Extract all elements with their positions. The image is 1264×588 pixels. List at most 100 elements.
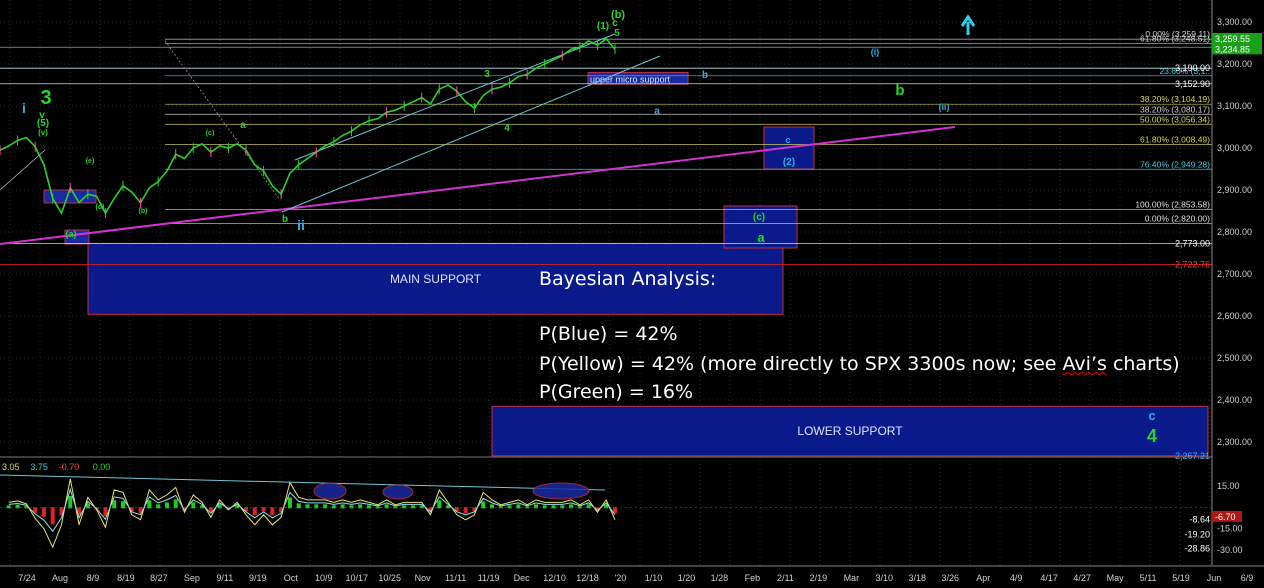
indicator-histogram-bar <box>402 505 407 509</box>
date-tick-label: 1/28 <box>711 573 729 583</box>
price-tag: 2,722.76 <box>1175 259 1210 269</box>
price-tick-label: 3,300.00 <box>1217 17 1252 27</box>
indicator-histogram-bar <box>551 505 556 509</box>
price-tick-label: 2,600.00 <box>1217 311 1252 321</box>
price-tag: 3,259.55 <box>1215 34 1250 44</box>
price-chart: MAIN SUPPORTLOWER SUPPORTupper micro sup… <box>0 0 1264 588</box>
indicator-highlight <box>382 484 414 500</box>
date-tick-label: Aug <box>52 573 68 583</box>
indicator-histogram-bar <box>261 507 266 512</box>
indicator-histogram-bar <box>507 505 512 509</box>
price-tag: 3,234.85 <box>1215 44 1250 54</box>
date-tick-label: 8/9 <box>87 573 100 583</box>
indicator-histogram-bar <box>542 505 547 509</box>
fib-level-label: 0.00% (2,820.00) <box>1145 214 1210 224</box>
indicator-tick-label: -15.00 <box>1217 524 1243 534</box>
wave-label: (ii) <box>939 102 950 112</box>
wave-label: (v) <box>38 128 48 137</box>
wave-label: ii <box>297 217 305 233</box>
wave-label: c <box>785 135 790 145</box>
indicator-histogram-bar <box>516 504 521 509</box>
indicator-histogram-bar <box>410 505 415 509</box>
indicator-histogram-bar <box>41 507 46 517</box>
wave-label: a <box>240 120 246 131</box>
price-tag: 2,773.00 <box>1175 238 1210 248</box>
wave-label: 3 <box>484 69 490 80</box>
fib-level-label: 61.80% (3,248.51) <box>1140 34 1210 44</box>
date-tick-label: 10/25 <box>378 573 401 583</box>
fib-level-label: 38.20% (3,080.17) <box>1140 104 1210 114</box>
date-tick-label: 10/9 <box>315 573 333 583</box>
date-tick-label: 5/19 <box>1172 573 1190 583</box>
wave-label: (i) <box>871 47 880 57</box>
price-tag: 2,267.21 <box>1175 451 1210 461</box>
indicator-histogram-bar <box>252 507 257 516</box>
annotation-p-blue: P(Blue) = 42% <box>539 323 678 345</box>
wave-label: 5 <box>614 28 620 39</box>
indicator-histogram-bar <box>287 497 292 509</box>
annotation-p-yellow-avi: Avi’s <box>1062 353 1107 375</box>
indicator-histogram-bar <box>68 495 73 509</box>
indicator-tag: -28.86 <box>1184 543 1210 553</box>
price-tick-label: 2,900.00 <box>1217 185 1252 195</box>
wave-label: (2) <box>783 157 795 168</box>
indicator-header: 3.05 <box>2 462 20 472</box>
date-tick-label: Mar <box>844 573 860 583</box>
wave-label-b-top: (b) <box>611 9 625 21</box>
date-tick-label: Dec <box>514 573 531 583</box>
indicator-histogram-bar <box>323 504 328 509</box>
date-tick-label: 5/11 <box>1140 573 1157 583</box>
indicator-histogram-bar <box>156 504 161 509</box>
date-tick-label: 4/17 <box>1040 573 1058 583</box>
price-tag: 3,152.90 <box>1175 79 1210 89</box>
price-tick-label: 2,800.00 <box>1217 227 1252 237</box>
date-tick-label: Nov <box>415 573 432 583</box>
wave-label: (1) <box>597 21 609 32</box>
price-tick-label: 2,300.00 <box>1217 437 1252 447</box>
date-tick-label: Apr <box>976 573 990 583</box>
indicator-histogram-bar <box>569 504 574 509</box>
date-tick-label: 8/19 <box>117 573 135 583</box>
price-tick-label: 3,200.00 <box>1217 59 1252 69</box>
annotation-title: Bayesian Analysis: <box>539 268 717 290</box>
date-tick-label: Feb <box>745 573 761 583</box>
wave-label: (a) <box>66 229 77 239</box>
date-tick-label: 11/11 <box>445 573 466 583</box>
date-tick-label: 12/10 <box>543 573 566 583</box>
date-tick-label: 7/24 <box>18 573 36 583</box>
indicator-histogram-bar <box>367 505 371 509</box>
indicator-histogram-bar <box>340 504 345 509</box>
indicator-histogram-bar <box>358 504 363 509</box>
date-tick-label: '20 <box>615 573 627 583</box>
date-tick-label: 3/18 <box>909 573 927 583</box>
date-tick-label: 2/11 <box>777 573 794 583</box>
price-tick-label: 2,700.00 <box>1217 269 1252 279</box>
indicator-histogram-bar <box>490 504 494 509</box>
wave-label: 3 <box>40 87 51 109</box>
indicator-tag: -8.64 <box>1189 515 1210 525</box>
indicator-header: 3.75 <box>30 462 48 472</box>
indicator-header: -0.70 <box>59 462 80 472</box>
indicator-histogram-bar <box>331 505 336 509</box>
date-tick-label: 1/20 <box>678 573 696 583</box>
annotation-p-yellow: P(Yellow) = 42% (more directly to SPX 33… <box>539 353 1180 375</box>
wave-label: b <box>895 82 904 99</box>
date-tick-label: 9/19 <box>249 573 267 583</box>
wave-label: 4 <box>1147 426 1157 446</box>
indicator-tick-label: -30.00 <box>1217 545 1243 555</box>
indicator-histogram-bar <box>560 505 565 509</box>
fib-level-label: 76.40% (2,949.28) <box>1140 159 1210 169</box>
date-tick-label: Jun <box>1207 573 1222 583</box>
date-tick-label: 10/17 <box>345 573 368 583</box>
indicator-highlight <box>313 482 347 500</box>
indicator-histogram-bar <box>6 505 11 509</box>
date-tick-label: 1/10 <box>645 573 663 583</box>
zone-label: LOWER SUPPORT <box>797 424 903 438</box>
wave-label: 4 <box>504 123 510 134</box>
indicator-histogram-bar <box>384 504 389 509</box>
annotation-p-yellow-end: charts) <box>1106 353 1180 375</box>
annotation-p-yellow-start: P(Yellow) = 42% (more directly to SPX 33… <box>539 353 1063 375</box>
indicator-histogram-bar <box>314 504 319 509</box>
date-tick-label: 6/9 <box>1241 573 1254 583</box>
zone-label: MAIN SUPPORT <box>390 272 482 286</box>
